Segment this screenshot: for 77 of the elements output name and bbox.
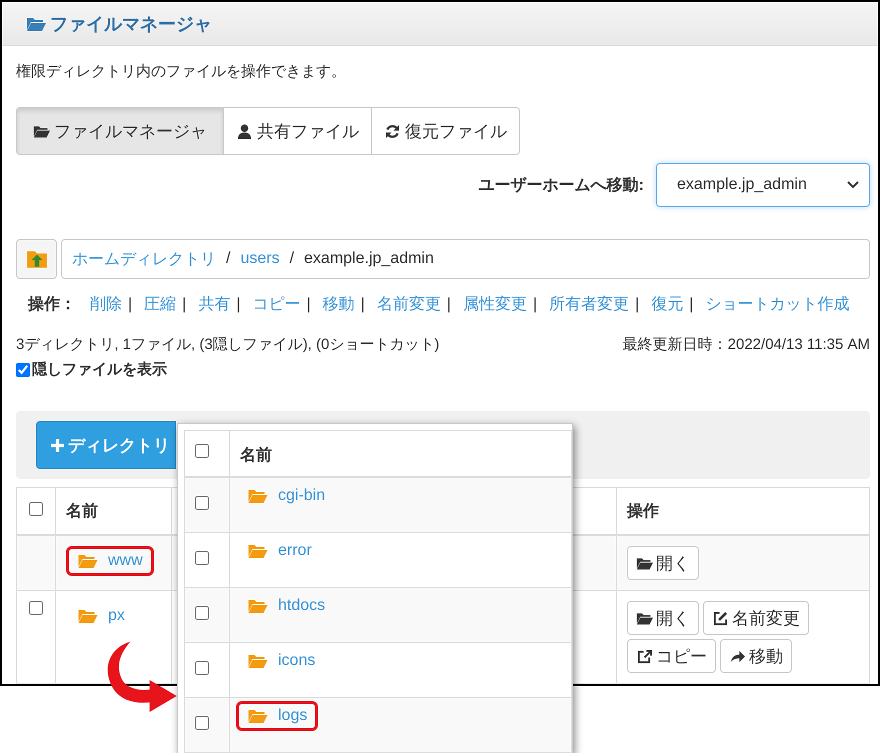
share-arrow-icon xyxy=(729,648,746,664)
action-separator: | xyxy=(635,295,640,315)
breadcrumb-link[interactable]: users xyxy=(240,250,280,268)
select-all-checkbox[interactable] xyxy=(195,444,209,458)
chevron-down-icon xyxy=(847,181,859,189)
folder-link[interactable]: logs xyxy=(236,701,318,731)
action-separator: | xyxy=(689,295,694,315)
folder-icon xyxy=(77,608,98,624)
row-action-button[interactable]: コピー xyxy=(627,639,716,673)
folder-icon xyxy=(33,124,50,138)
description-text: 権限ディレクトリ内のファイルを操作できます。 xyxy=(16,62,347,81)
breadcrumb-current: example.jp_admin xyxy=(304,250,434,268)
external-link-icon xyxy=(636,648,653,664)
action-separator: | xyxy=(306,295,311,315)
last-modified-text: 最終更新日時：2022/04/13 11:35 AM xyxy=(622,335,870,354)
folder-icon xyxy=(26,16,46,32)
action-link[interactable]: 共有 xyxy=(198,289,230,321)
panel-title: ファイルマネージャ xyxy=(50,12,212,36)
show-hidden-label: 隠しファイルを表示 xyxy=(32,360,167,379)
row-checkbox[interactable] xyxy=(195,606,209,620)
breadcrumb-separator: / xyxy=(290,250,294,268)
row-action-button[interactable]: 移動 xyxy=(720,639,792,673)
folder-icon xyxy=(247,708,268,724)
folder-link[interactable]: www xyxy=(66,546,154,576)
action-link[interactable]: 復元 xyxy=(651,289,684,321)
user-home-label: ユーザーホームへ移動: xyxy=(478,176,644,196)
row-checkbox[interactable] xyxy=(195,660,209,674)
action-separator: | xyxy=(182,295,186,315)
folder-link[interactable]: icons xyxy=(236,646,326,676)
summary-text: 3ディレクトリ, 1ファイル, (3隠しファイル), (0ショートカット) xyxy=(16,335,440,354)
refresh-icon xyxy=(384,124,401,138)
action-separator: | xyxy=(532,295,538,315)
row-checkbox[interactable] xyxy=(195,550,209,564)
folder-icon xyxy=(247,488,268,504)
tab[interactable]: 共有ファイル xyxy=(223,107,372,155)
folder-icon xyxy=(636,556,653,570)
folder-link[interactable]: error xyxy=(236,536,323,566)
row-checkbox[interactable] xyxy=(29,601,43,615)
edit-icon xyxy=(712,610,729,626)
plus-icon xyxy=(51,438,64,452)
folder-icon xyxy=(636,610,653,626)
action-link[interactable]: ショートカット作成 xyxy=(705,289,850,321)
action-link[interactable]: 名前変更 xyxy=(376,289,441,321)
folder-up-icon xyxy=(26,249,48,269)
folder-icon xyxy=(247,653,268,669)
tab[interactable]: ファイルマネージャ xyxy=(16,107,224,155)
action-separator: | xyxy=(128,295,132,315)
parent-directory-button[interactable] xyxy=(16,239,57,279)
breadcrumb-link[interactable]: ホームディレクトリ xyxy=(72,248,216,270)
action-link[interactable]: 圧縮 xyxy=(144,289,176,321)
show-hidden-checkbox[interactable] xyxy=(16,362,30,376)
actions-label: 操作： xyxy=(28,294,76,315)
folder-icon xyxy=(247,543,268,559)
breadcrumb-separator: / xyxy=(226,250,230,268)
row-checkbox[interactable] xyxy=(195,496,209,510)
folder-link[interactable]: px xyxy=(66,601,136,631)
action-separator: | xyxy=(360,295,365,315)
folder-link[interactable]: cgi-bin xyxy=(236,481,336,511)
select-all-checkbox[interactable] xyxy=(29,502,43,516)
folder-icon xyxy=(247,598,268,614)
user-icon xyxy=(236,124,253,138)
action-link[interactable]: 削除 xyxy=(90,289,122,321)
new-directory-button[interactable]: ディレクトリ xyxy=(36,421,176,469)
user-home-select[interactable]: example.jp_admin xyxy=(656,163,870,207)
folder-icon xyxy=(77,553,98,569)
action-separator: | xyxy=(236,295,240,315)
action-link[interactable]: 属性変更 xyxy=(462,289,527,321)
action-link[interactable]: 移動 xyxy=(322,289,355,321)
row-action-button[interactable]: 名前変更 xyxy=(703,601,809,635)
row-action-button[interactable]: 開く xyxy=(627,601,699,635)
action-link[interactable]: コピー xyxy=(252,289,300,321)
action-separator: | xyxy=(446,295,451,315)
folder-link[interactable]: htdocs xyxy=(236,591,336,621)
action-link[interactable]: 所有者変更 xyxy=(549,289,630,321)
tab[interactable]: 復元ファイル xyxy=(371,107,520,155)
row-checkbox[interactable] xyxy=(195,716,209,730)
row-action-button[interactable]: 開く xyxy=(627,546,699,580)
